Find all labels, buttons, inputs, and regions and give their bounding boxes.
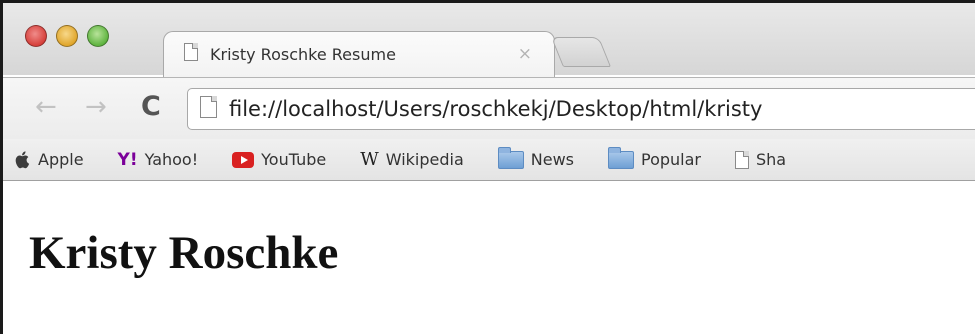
folder-icon [497, 146, 524, 169]
bookmark-folder-news[interactable]: News [497, 146, 574, 169]
browser-window: Kristy Roschke Resume × ← → C file://loc… [0, 0, 975, 334]
forward-icon[interactable]: → [85, 92, 107, 122]
bookmark-label: News [530, 150, 574, 169]
bookmark-yahoo[interactable]: Y! Yahoo! [118, 150, 199, 170]
back-icon[interactable]: ← [35, 92, 57, 122]
tab-title: Kristy Roschke Resume [210, 45, 396, 64]
page-heading: Kristy Roschke [29, 227, 339, 279]
bookmark-wikipedia[interactable]: W Wikipedia [360, 149, 464, 170]
folder-icon [607, 146, 634, 169]
bookmark-label: Popular [640, 150, 701, 169]
bookmark-apple[interactable]: Apple [15, 150, 84, 169]
apple-icon [15, 150, 31, 169]
page-icon [184, 43, 198, 66]
bookmark-label: Yahoo! [144, 150, 199, 169]
address-bar[interactable]: file://localhost/Users/roschkekj/Desktop… [187, 88, 975, 130]
minimize-window-button[interactable] [56, 25, 78, 47]
bookmark-label: Sha [755, 150, 787, 169]
close-tab-icon[interactable]: × [518, 44, 532, 64]
page-icon [200, 95, 217, 123]
tab-strip: Kristy Roschke Resume × [3, 3, 975, 77]
bookmark-folder-popular[interactable]: Popular [607, 146, 701, 169]
page-icon [734, 150, 749, 169]
zoom-window-button[interactable] [87, 25, 109, 47]
bookmark-label: Apple [38, 150, 84, 169]
reload-icon[interactable]: C [141, 91, 161, 122]
window-controls [25, 25, 109, 47]
tab-kristy-roschke-resume[interactable]: Kristy Roschke Resume × [163, 31, 555, 77]
wikipedia-icon: W [360, 149, 379, 170]
bookmark-youtube[interactable]: YouTube [232, 150, 326, 169]
bookmark-label: Wikipedia [385, 150, 464, 169]
close-window-button[interactable] [25, 25, 47, 47]
toolbar: ← → C file://localhost/Users/roschkekj/D… [3, 77, 975, 139]
url-text: file://localhost/Users/roschkekj/Desktop… [229, 97, 763, 121]
bookmarks-bar: Apple Y! Yahoo! YouTube W Wikipedia News… [3, 139, 975, 181]
yahoo-icon: Y! [117, 149, 138, 170]
bookmark-label: YouTube [261, 150, 327, 169]
new-tab-button[interactable] [550, 37, 612, 67]
youtube-icon [232, 151, 255, 168]
page-content: Kristy Roschke [3, 182, 975, 334]
bookmark-sha[interactable]: Sha [734, 150, 787, 169]
